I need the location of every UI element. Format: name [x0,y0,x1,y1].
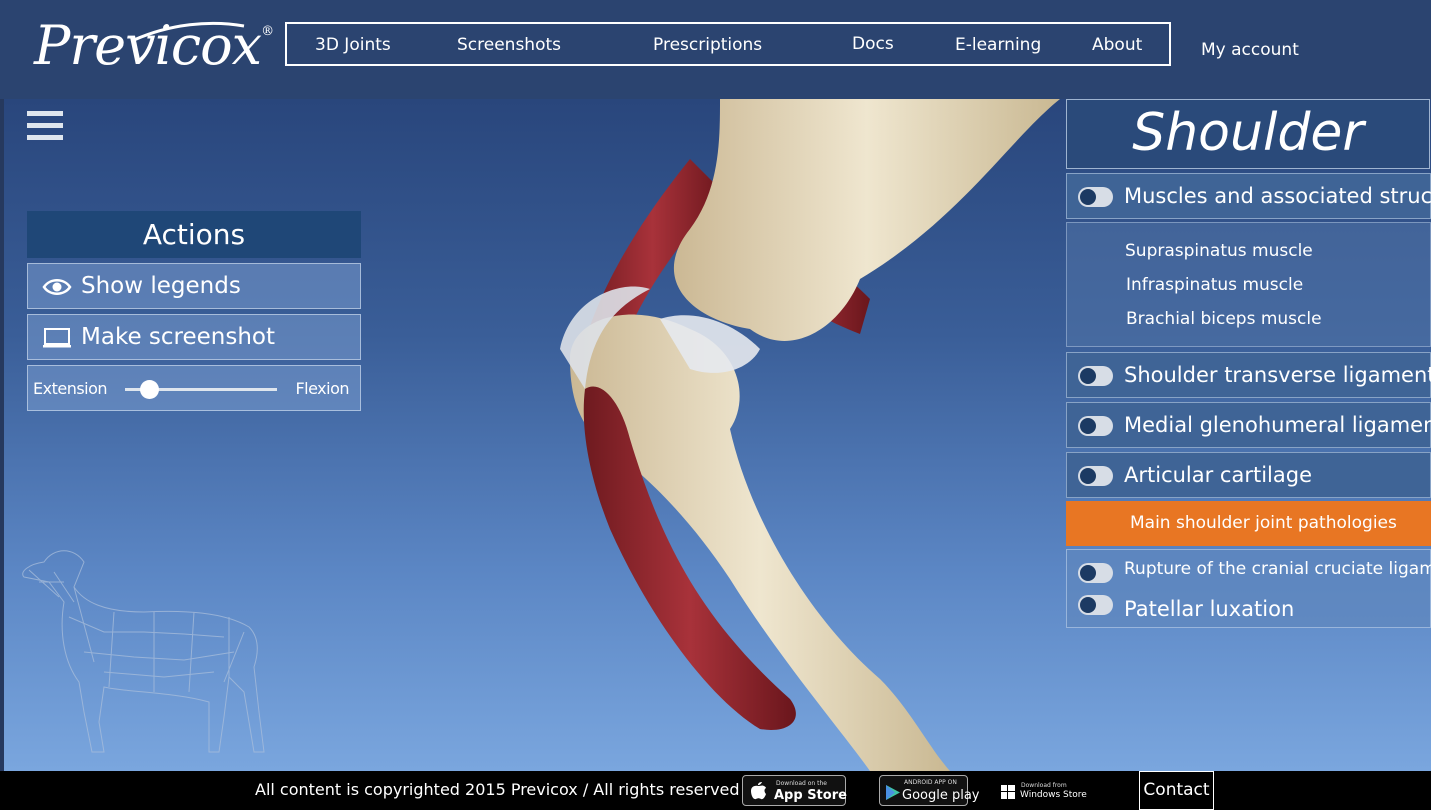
patellar-toggle[interactable] [1078,595,1113,615]
main-nav: 3D Joints Screenshots Prescriptions Docs… [285,22,1171,66]
joint-title: Shoulder [1066,99,1430,169]
nav-e-learning[interactable]: E-learning [955,35,1041,55]
google-play-badge[interactable]: ANDROID APP ON Google play [879,775,980,806]
pathologies-header[interactable]: Main shoulder joint pathologies [1066,501,1431,546]
pathologies-list: Rupture of the cranial cruciate ligament… [1066,549,1431,628]
layer-transverse-ligament-row[interactable]: Shoulder transverse ligament [1066,352,1431,398]
app-store-badge[interactable]: Download on the App Store [742,775,847,806]
nav-about[interactable]: About [1092,35,1142,55]
layer-articular-cartilage-label: Articular cartilage [1124,463,1313,487]
apple-icon [751,782,766,800]
cruciate-toggle[interactable] [1078,563,1113,583]
copyright-text: All content is copyrighted 2015 Previcox… [255,780,740,799]
make-screenshot-label: Make screenshot [81,324,276,350]
flexion-slider-row: Extension Flexion [27,365,361,411]
app-store-big: App Store [774,788,847,803]
muscles-toggle[interactable] [1078,187,1113,207]
windows-store-badge[interactable]: Download from Windows Store [996,775,1092,806]
biceps-item[interactable]: Brachial biceps muscle [1126,309,1322,329]
nav-prescriptions[interactable]: Prescriptions [653,35,762,55]
layer-glenohumeral-ligament-label: Medial glenohumeral ligament [1124,413,1431,437]
layer-articular-cartilage-row[interactable]: Articular cartilage [1066,452,1431,498]
nav-docs[interactable]: Docs [852,34,894,54]
logo-swoosh-icon [133,21,245,42]
glenohumeral-ligament-toggle[interactable] [1078,416,1113,436]
dog-wireframe-icon [22,550,265,753]
windows-icon [1001,785,1015,799]
slider-knob[interactable] [140,380,159,399]
top-header: Previcox® 3D Joints Screenshots Prescrip… [0,0,1431,99]
show-legends-button[interactable]: Show legends [27,263,361,309]
pathology-cruciate-rupture[interactable]: Rupture of the cranial cruciate ligament [1124,559,1431,579]
nav-3d-joints[interactable]: 3D Joints [315,35,391,55]
slider-label-flexion: Flexion [295,379,349,398]
flexion-slider[interactable] [125,380,277,399]
pathology-patellar-luxation[interactable]: Patellar luxation [1124,597,1294,621]
windows-store-small: Download from [1021,782,1067,789]
eye-icon [42,279,72,295]
layer-muscles-row[interactable]: Muscles and associated structures [1066,173,1431,219]
play-store-icon [886,785,900,800]
3d-viewport[interactable]: Actions Show legends Make screenshot Ext… [0,99,1431,771]
layer-glenohumeral-ligament-row[interactable]: Medial glenohumeral ligament [1066,402,1431,448]
actions-title: Actions [27,211,361,258]
windows-store-big: Windows Store [1020,790,1087,800]
viewport-edge [0,99,4,771]
show-legends-label: Show legends [81,273,241,299]
layer-transverse-ligament-label: Shoulder transverse ligament [1124,363,1431,387]
slider-label-extension: Extension [33,379,108,398]
transverse-ligament-toggle[interactable] [1078,366,1113,386]
app-store-small: Download on the [776,780,827,787]
logo-registered-mark: ® [261,24,274,39]
my-account-link[interactable]: My account [1201,40,1299,60]
screenshot-icon [43,328,71,348]
google-play-big: Google play [902,788,980,803]
footer: All content is copyrighted 2015 Previcox… [0,771,1431,810]
articular-cartilage-toggle[interactable] [1078,466,1113,486]
google-play-small: ANDROID APP ON [904,779,957,786]
muscles-sublist: Supraspinatus muscle Infraspinatus muscl… [1066,222,1431,347]
menu-hamburger-icon[interactable] [27,111,63,143]
infraspinatus-item[interactable]: Infraspinatus muscle [1126,275,1303,295]
contact-button[interactable]: Contact [1139,771,1214,810]
layer-muscles-label: Muscles and associated structures [1124,184,1431,208]
shoulder-joint-model[interactable] [540,99,1060,771]
nav-screenshots[interactable]: Screenshots [457,35,561,55]
make-screenshot-button[interactable]: Make screenshot [27,314,361,360]
supraspinatus-item[interactable]: Supraspinatus muscle [1125,241,1313,261]
